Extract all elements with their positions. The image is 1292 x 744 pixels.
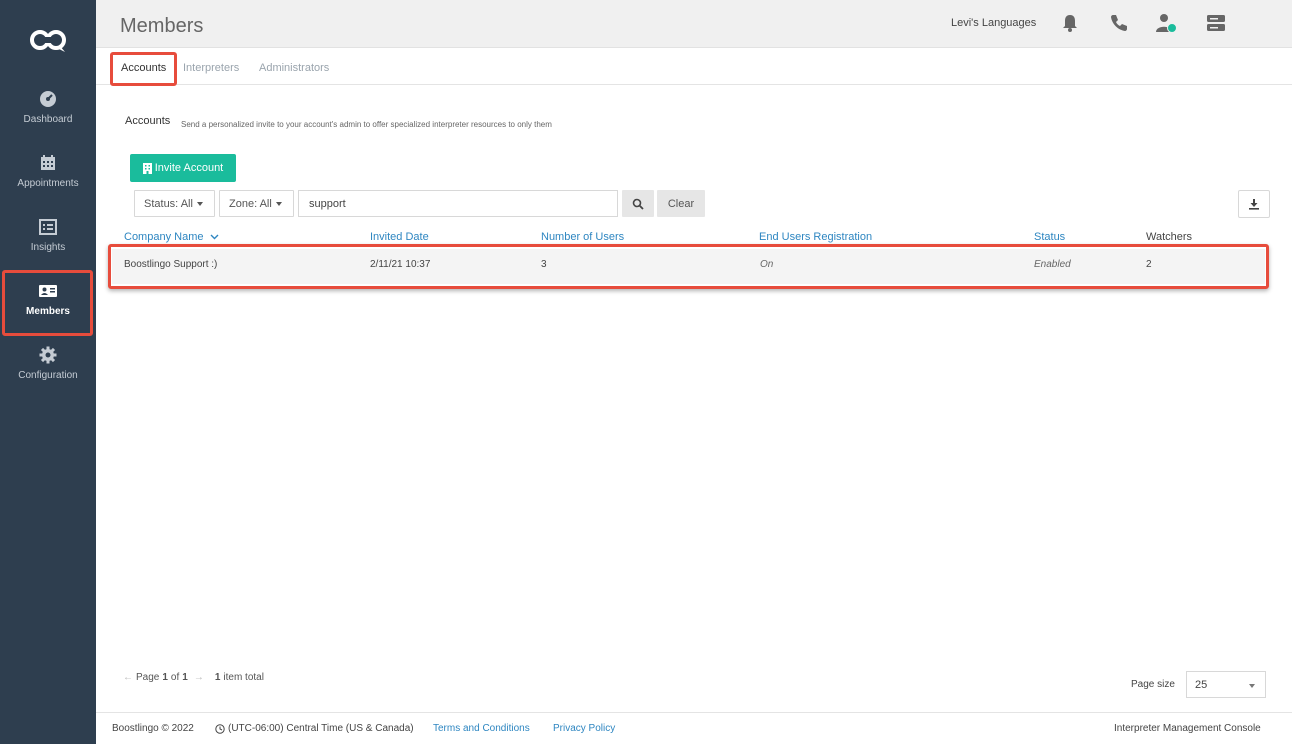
search-button[interactable]	[622, 190, 654, 217]
search-icon	[632, 198, 644, 210]
top-header: Members Levi's Languages	[96, 0, 1292, 48]
section-title: Accounts	[125, 115, 171, 127]
tab-interpreters[interactable]: Interpreters	[183, 62, 239, 74]
console-name: Interpreter Management Console	[1114, 723, 1261, 734]
calendar-icon	[41, 155, 55, 170]
footer-timezone[interactable]: (UTC-06:00) Central Time (US & Canada)	[228, 723, 414, 734]
column-header-company-name[interactable]: Company Name	[124, 231, 219, 243]
organization-name[interactable]: Levi's Languages	[951, 17, 1036, 29]
privacy-link[interactable]: Privacy Policy	[553, 723, 615, 734]
total-pages: 1	[182, 672, 188, 683]
boostlingo-logo-icon[interactable]	[27, 26, 69, 54]
sidebar-item-dashboard[interactable]: Dashboard	[0, 84, 96, 148]
column-header-invited-date[interactable]: Invited Date	[370, 231, 429, 243]
total-count: 1	[214, 672, 221, 683]
user-status-icon[interactable]	[1154, 12, 1176, 34]
sidebar-item-label: Insights	[30, 242, 66, 253]
column-header-number-of-users[interactable]: Number of Users	[541, 231, 624, 243]
bell-icon[interactable]	[1059, 12, 1081, 34]
page-prefix: Page	[136, 672, 160, 683]
zone-filter-label: Zone: All	[229, 197, 272, 210]
accounts-tab-highlight-box	[110, 52, 177, 86]
caret-down-icon	[196, 201, 203, 206]
members-highlight-box	[2, 270, 93, 336]
sidebar: Dashboard Appointments Insights Members	[0, 0, 96, 744]
sidebar-item-label: Dashboard	[23, 114, 73, 125]
caret-down-icon	[275, 201, 282, 206]
sidebar-item-configuration[interactable]: Configuration	[0, 340, 96, 404]
clock-icon	[215, 724, 225, 734]
page-size-value: 25	[1195, 678, 1208, 691]
footer: Boostlingo © 2022 (UTC-06:00) Central Ti…	[96, 712, 1292, 744]
column-header-status[interactable]: Status	[1034, 231, 1065, 243]
list-icon	[39, 219, 57, 235]
chevron-down-icon	[210, 234, 219, 240]
page-of-label: of	[170, 672, 180, 683]
prev-page-arrow-icon[interactable]: ←	[123, 672, 133, 683]
sidebar-item-insights[interactable]: Insights	[0, 212, 96, 276]
pagination: ← Page 1 of 1 → 1 item total	[120, 672, 264, 683]
invite-account-label: Invite Account	[154, 162, 224, 174]
page-title: Members	[120, 15, 204, 37]
section-description: Send a personalized invite to your accou…	[181, 120, 552, 129]
total-label: item total	[223, 672, 264, 683]
page-size-label: Page size	[1131, 679, 1175, 690]
tab-administrators[interactable]: Administrators	[259, 62, 329, 74]
footer-copyright: Boostlingo © 2022	[112, 723, 194, 734]
terms-link[interactable]: Terms and Conditions	[433, 723, 530, 734]
zone-filter-dropdown[interactable]: Zone: All	[219, 190, 294, 217]
page-size-select[interactable]: 25	[1186, 671, 1266, 698]
dashboard-gauge-icon	[40, 91, 56, 107]
sidebar-item-appointments[interactable]: Appointments	[0, 148, 96, 212]
caret-down-icon	[1249, 684, 1255, 688]
download-button[interactable]	[1238, 190, 1270, 218]
sidebar-item-label: Configuration	[18, 370, 78, 381]
download-icon	[1249, 199, 1259, 210]
search-input[interactable]	[298, 190, 618, 217]
phone-icon[interactable]	[1108, 12, 1130, 34]
gear-icon	[39, 346, 57, 364]
server-icon[interactable]	[1205, 12, 1227, 34]
row-highlight-box	[108, 244, 1269, 289]
invite-account-button[interactable]: Invite Account	[130, 154, 236, 182]
sidebar-item-label: Appointments	[17, 178, 79, 189]
status-filter-dropdown[interactable]: Status: All	[134, 190, 215, 217]
column-header-end-users-registration[interactable]: End Users Registration	[759, 231, 872, 243]
current-page: 1	[162, 672, 168, 683]
status-filter-label: Status: All	[144, 197, 193, 210]
clear-button[interactable]: Clear	[657, 190, 705, 217]
building-icon	[142, 162, 152, 174]
members-tabs: Accounts Interpreters Administrators	[96, 49, 1292, 85]
column-header-watchers: Watchers	[1146, 231, 1193, 243]
next-page-arrow-icon[interactable]: →	[194, 672, 204, 683]
